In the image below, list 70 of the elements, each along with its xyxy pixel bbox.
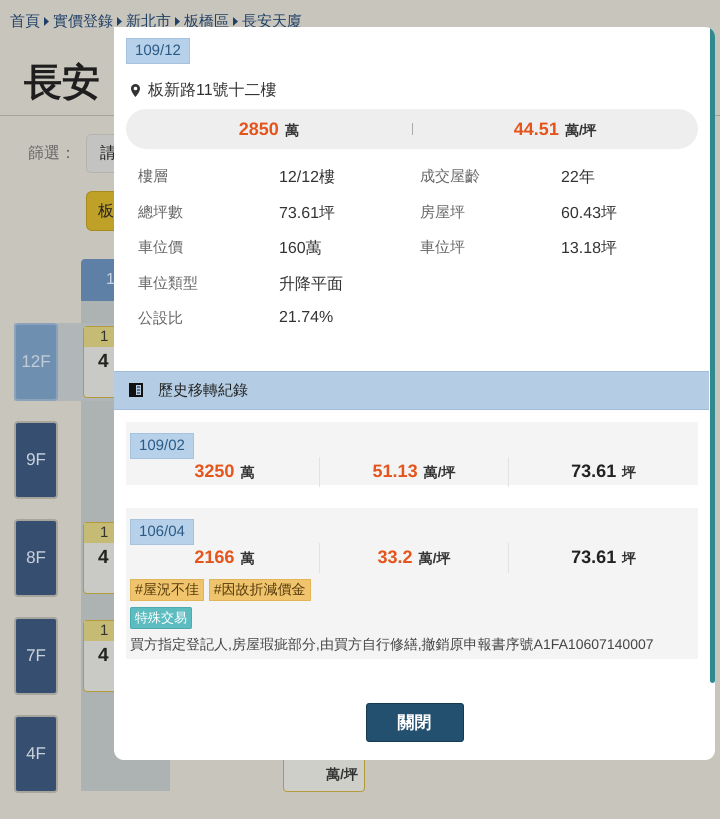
breadcrumb-link[interactable]: 板橋區 — [184, 12, 229, 30]
floor-button[interactable]: 8F — [14, 519, 58, 597]
separator-icon — [117, 16, 122, 26]
scrollbar[interactable] — [710, 27, 715, 683]
detail-value: 13.18坪 — [561, 239, 618, 259]
listing-card[interactable]: 1 4 — [83, 620, 114, 692]
filter-label: 篩選： — [28, 144, 77, 164]
listing-date: 1 — [84, 621, 115, 641]
price-unit: 萬 — [240, 550, 254, 568]
floor-button[interactable]: 7F — [14, 617, 58, 695]
floor-button[interactable]: 4F — [14, 715, 58, 793]
detail-label: 車位坪 — [420, 238, 466, 257]
detail-value: 60.43坪 — [561, 204, 618, 224]
separator-icon — [233, 16, 238, 26]
total-price: 2850 — [238, 118, 279, 140]
detail-value: 73.61坪 — [279, 204, 336, 224]
section-title: 歷史移轉紀錄 — [158, 380, 248, 400]
separator-icon — [44, 16, 49, 26]
detail-value: 160萬 — [279, 238, 323, 259]
date-badge: 109/12 — [126, 38, 190, 64]
detail-label: 房屋坪 — [420, 202, 466, 222]
detail-label: 車位價 — [138, 238, 184, 257]
price-unit: 萬 — [240, 464, 254, 482]
floor-button[interactable]: 9F — [14, 421, 58, 499]
unit-price: 44.51 — [514, 118, 559, 140]
location-pin-icon — [131, 84, 140, 96]
hashtag-label: #屋況不佳 — [130, 578, 204, 600]
separator-icon — [175, 16, 180, 26]
detail-label: 車位類型 — [138, 274, 199, 292]
unit-price: 51.13 — [372, 461, 418, 482]
price-unit: 萬 — [284, 122, 299, 140]
special-trade-tag: 特殊交易 — [130, 606, 192, 628]
listing-price: 4 — [97, 644, 110, 668]
detail-value: 升降平面 — [279, 274, 344, 294]
listing-card[interactable]: 1 4 — [83, 326, 114, 398]
detail-label: 總坪數 — [138, 202, 184, 222]
detail-value: 22年 — [561, 168, 596, 188]
close-button[interactable]: 關閉 — [366, 703, 464, 742]
unit-price-unit: 萬/坪 — [424, 464, 456, 482]
area-value: 73.61 — [571, 547, 616, 568]
detail-label: 樓層 — [138, 167, 169, 186]
listing-date: 1 — [84, 327, 115, 347]
listing-price: 4 — [97, 546, 110, 570]
listing-card[interactable]: 1 4 — [83, 522, 114, 594]
address-text: 板新路11號十二樓 — [148, 80, 277, 100]
book-icon — [128, 382, 144, 398]
unit-price-unit: 萬/坪 — [418, 550, 450, 568]
detail-label: 成交屋齡 — [420, 167, 481, 186]
detail-label: 公設比 — [138, 309, 184, 328]
listing-price: 4 — [97, 350, 110, 374]
total-price: 3250 — [194, 461, 234, 482]
listing-card[interactable]: 萬/坪 — [283, 758, 365, 792]
page-title: 長安 — [24, 61, 100, 106]
detail-value: 12/12樓 — [279, 168, 336, 188]
area-unit: 坪 — [622, 550, 636, 568]
building-button[interactable]: 板 — [86, 191, 114, 231]
unit-price-unit: 萬/坪 — [564, 122, 597, 140]
listing-date: 1 — [84, 523, 115, 543]
breadcrumb-link[interactable]: 首頁 — [10, 12, 40, 30]
unit-price: 33.2 — [378, 547, 413, 568]
hashtag-label: #因故折減價金 — [208, 578, 311, 600]
remark-text: 買方指定登記人,房屋瑕疵部分,由買方自行修繕,撤銷原申報書序號A1FA10607140007 — [130, 634, 655, 654]
filter-select[interactable]: 請 — [86, 134, 114, 172]
total-price: 2166 — [194, 547, 234, 568]
area-unit: 坪 — [622, 464, 636, 482]
date-badge: 106/04 — [130, 518, 194, 544]
breadcrumb-link[interactable]: 實價登錄 — [53, 12, 113, 30]
area-value: 73.61 — [571, 461, 616, 482]
date-badge: 109/02 — [130, 432, 194, 458]
detail-value: 21.74% — [279, 309, 334, 327]
